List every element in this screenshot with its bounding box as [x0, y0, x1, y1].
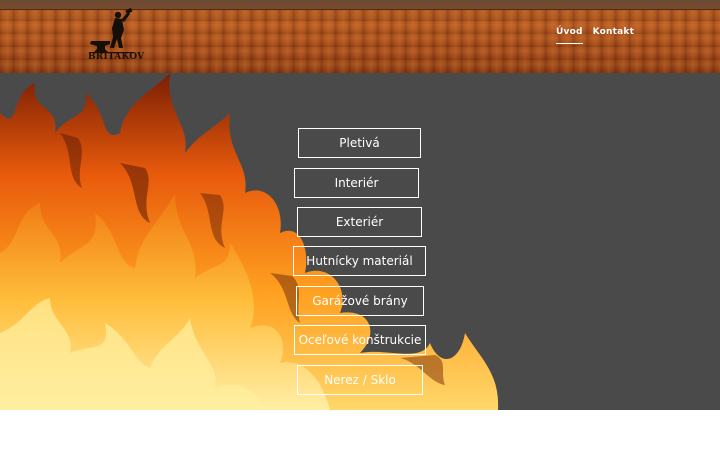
menu-button-exterier[interactable]: Exteriér	[297, 207, 422, 237]
logo-text: BRITAKOV	[88, 52, 145, 62]
flames-background-image	[0, 73, 499, 410]
menu-button-pletiva[interactable]: Pletivá	[298, 128, 421, 158]
site-header: BRITAKOV Úvod Kontakt	[0, 0, 720, 73]
menu-button-nerez-sklo[interactable]: Nerez / Sklo	[297, 365, 423, 395]
menu-button-hutnicky-material[interactable]: Hutnícky materiál	[293, 246, 426, 276]
nav-link-kontakt[interactable]: Kontakt	[593, 27, 634, 44]
menu-button-garazove-brany[interactable]: Garážové brány	[296, 286, 424, 316]
menu-button-ocelove-konstrukcie[interactable]: Oceľové konštrukcie	[294, 325, 426, 355]
main-nav: Úvod Kontakt	[556, 27, 634, 44]
hero-section: Pletivá Interiér Exteriér Hutnícky mater…	[0, 73, 720, 410]
menu-button-interier[interactable]: Interiér	[294, 168, 419, 198]
nav-link-uvod[interactable]: Úvod	[556, 27, 583, 44]
page-bottom-area	[0, 410, 720, 450]
